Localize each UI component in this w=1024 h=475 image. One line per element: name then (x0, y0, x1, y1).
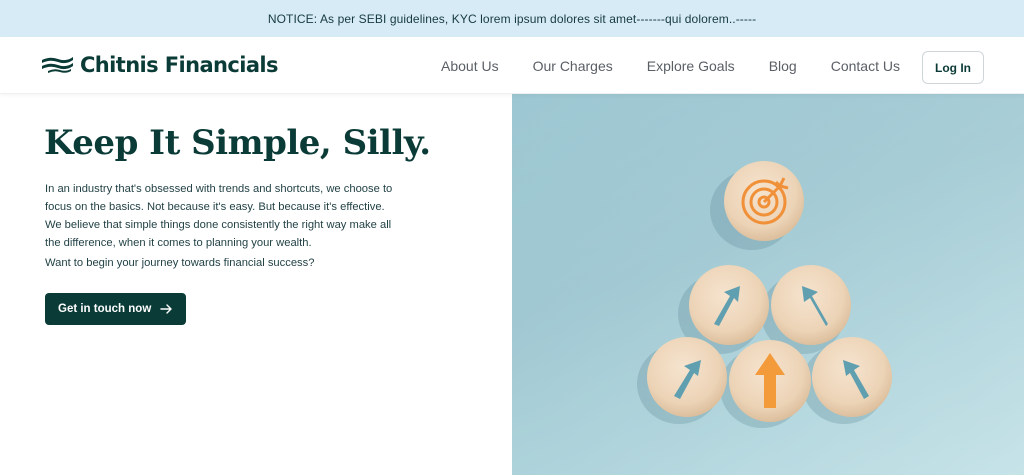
main-nav: About Us Our Charges Explore Goals Blog … (441, 37, 934, 94)
brand-mark-icon (42, 57, 73, 73)
target-arrows-illustration (512, 94, 1024, 475)
notice-banner: NOTICE: As per SEBI guidelines, KYC lore… (0, 0, 1024, 37)
notice-text: NOTICE: As per SEBI guidelines, KYC lore… (267, 11, 757, 26)
hero-image (512, 94, 1024, 475)
brand-name: Chitnis Financials (80, 53, 278, 77)
arrow-disc-1 (689, 265, 769, 345)
nav-our-charges[interactable]: Our Charges (533, 58, 613, 74)
nav-explore-goals[interactable]: Explore Goals (647, 58, 735, 74)
site-header: Chitnis Financials About Us Our Charges … (0, 37, 1024, 94)
arrow-disc-center (729, 340, 811, 422)
arrow-right-icon (160, 304, 172, 314)
hero-question: Want to begin your journey towards finan… (45, 257, 315, 269)
brand-logo[interactable]: Chitnis Financials (40, 53, 278, 77)
hero-headline: Keep It Simple, Silly. (44, 123, 431, 163)
nav-contact-us[interactable]: Contact Us (831, 58, 900, 74)
get-in-touch-button[interactable]: Get in touch now (45, 293, 186, 325)
nav-blog[interactable]: Blog (769, 58, 797, 74)
arrow-disc-2 (771, 265, 851, 345)
target-disc (724, 161, 804, 241)
hero-description: In an industry that's obsessed with tren… (45, 183, 393, 249)
nav-about-us[interactable]: About Us (441, 58, 499, 74)
arrow-disc-4 (812, 337, 892, 417)
arrow-disc-3 (647, 337, 727, 417)
cta-label: Get in touch now (58, 303, 152, 315)
login-button[interactable]: Log In (922, 51, 984, 84)
